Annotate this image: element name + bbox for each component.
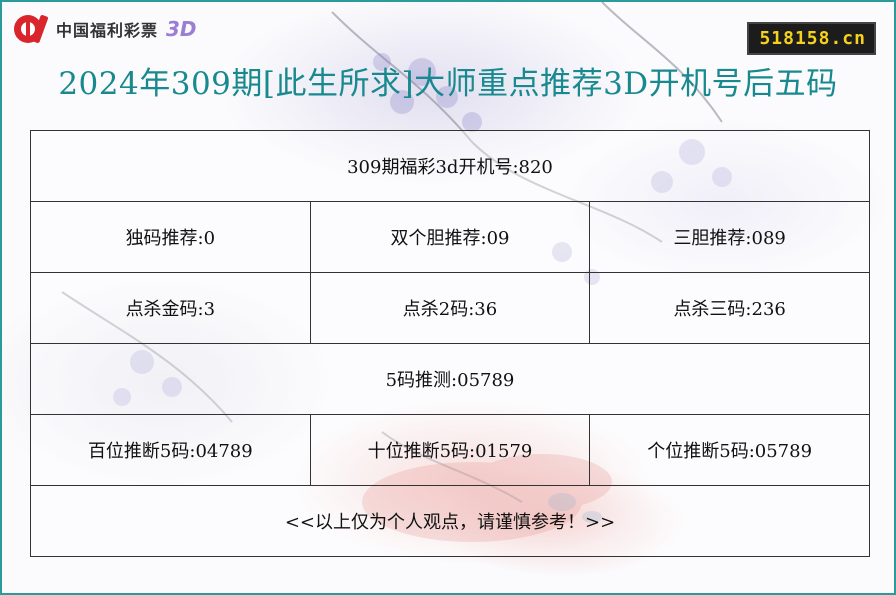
draw-number-cell: 309期福彩3d开机号:820 (30, 130, 870, 202)
single-code-cell: 独码推荐:0 (30, 201, 311, 273)
logo-text: 中国福利彩票 (56, 21, 159, 40)
kill-two-cell: 点杀2码:36 (309, 272, 591, 344)
lottery-logo: 中国福利彩票 3D (12, 10, 197, 48)
five-code-cell: 5码推测:05789 (30, 343, 870, 415)
triple-code-cell: 三胆推荐:089 (589, 201, 870, 273)
kill-gold-cell: 点杀金码:3 (30, 272, 311, 344)
logo-3d-suffix: 3D (166, 17, 197, 41)
table-row: 百位推断5码:04789 十位推断5码:01579 个位推断5码:05789 (30, 414, 870, 486)
disclaimer-cell: <<以上仅为个人观点，请谨慎参考！>> (30, 485, 870, 557)
page-title: 2024年309期[此生所求]大师重点推荐3D开机号后五码 (58, 66, 838, 102)
lottery-logo-icon (12, 12, 50, 46)
tens-cell: 十位推断5码:01579 (309, 414, 591, 486)
table-row: 309期福彩3d开机号:820 (30, 130, 870, 202)
units-cell: 个位推断5码:05789 (589, 414, 870, 486)
table-row: <<以上仅为个人观点，请谨慎参考！>> (30, 485, 870, 557)
table-row: 5码推测:05789 (30, 343, 870, 415)
table-row: 独码推荐:0 双个胆推荐:09 三胆推荐:089 (30, 201, 870, 273)
site-badge[interactable]: 518158.cn (747, 22, 876, 55)
page-frame: 中国福利彩票 3D 518158.cn 2024年309期[此生所求]大师重点推… (0, 0, 896, 595)
table-row: 点杀金码:3 点杀2码:36 点杀三码:236 (30, 272, 870, 344)
double-code-cell: 双个胆推荐:09 (309, 201, 591, 273)
prediction-table: 309期福彩3d开机号:820 独码推荐:0 双个胆推荐:09 三胆推荐:089… (30, 130, 870, 557)
hundreds-cell: 百位推断5码:04789 (30, 414, 311, 486)
kill-three-cell: 点杀三码:236 (589, 272, 870, 344)
